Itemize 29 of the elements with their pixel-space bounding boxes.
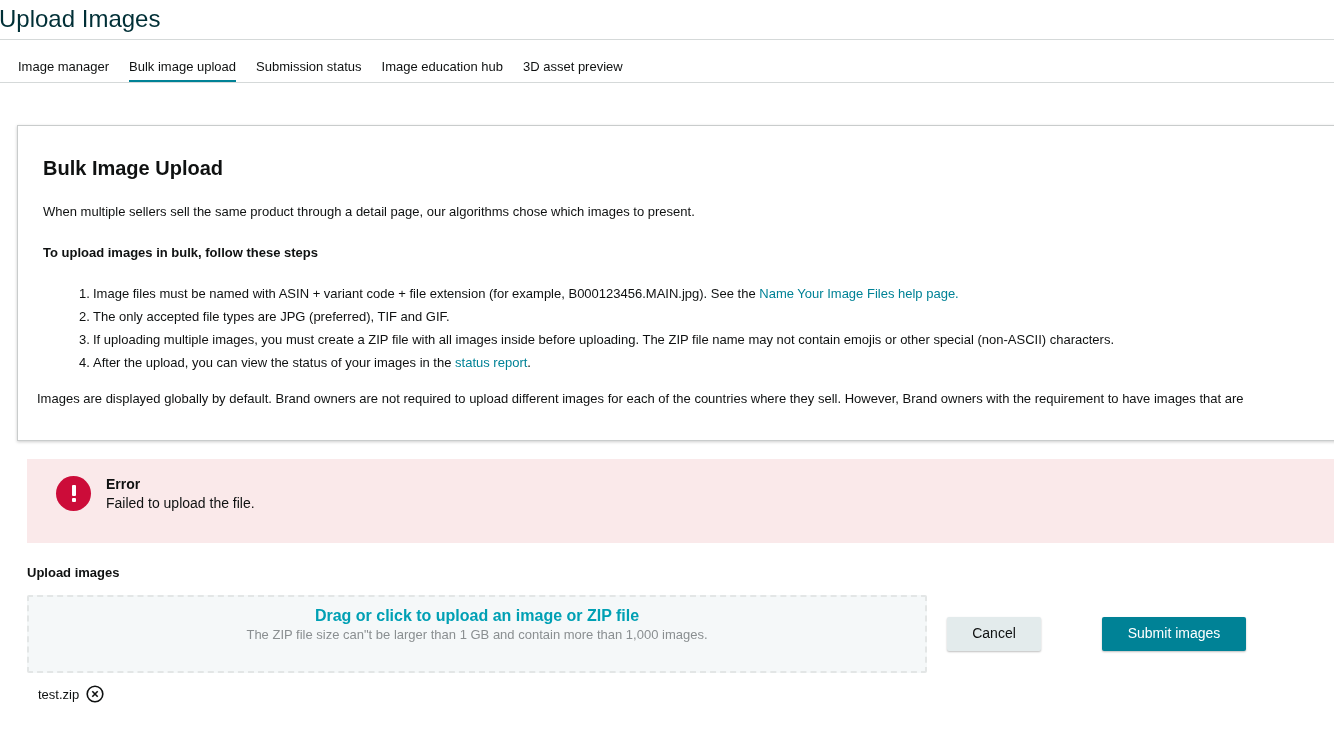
file-name: test.zip [38, 685, 80, 704]
steps-heading: To upload images in bulk, follow these steps [43, 243, 319, 262]
card-title: Bulk Image Upload [43, 156, 225, 181]
step-text: Image files must be named with ASIN + variant code + file extension (for example, B000123456.MAIN.jpg). See the Name Your Image Files help page. [93, 286, 959, 302]
step-text: After the upload, you can view the status of your images in the status report. [93, 355, 531, 371]
page-title: Upload Images [0, 5, 161, 33]
tab[interactable]: Submission status [256, 40, 362, 82]
submit-button[interactable]: Submit images [1102, 616, 1246, 651]
tab[interactable]: Bulk image upload [129, 40, 237, 82]
tab[interactable]: 3D asset preview [522, 40, 623, 82]
step-number: 2. [79, 309, 91, 325]
cancel-button[interactable]: Cancel [947, 616, 1041, 651]
step-number: 4. [79, 355, 91, 371]
intro-text: When multiple sellers sell the same product through a detail page, our algorithms chose which images to present. [43, 203, 696, 221]
drop-hint: The ZIP file size can"t be larger than 1 GB and contain more than 1,000 images. [246, 625, 708, 644]
help-link[interactable]: Name Your Image Files help page. [759, 286, 959, 301]
note-text: Images are displayed globally by default. Brand owners are not required to upload different images for each of the countries where they sell. However, Brand owners with the requirement to have images that are [37, 390, 1245, 408]
step-text: If uploading multiple images, you must create a ZIP file with all images inside before uploading. The ZIP file name may not contain emojis or other special (non-ASCII) characters. [93, 332, 1114, 348]
step-number: 3. [79, 332, 91, 348]
step-text: The only accepted file types are JPG (preferred), TIF and GIF. [93, 309, 450, 325]
alert-icon [56, 476, 91, 511]
step-number: 1. [79, 286, 91, 302]
alert-title: Error [106, 475, 142, 493]
tab[interactable]: Image education hub [381, 40, 503, 82]
remove-file-icon[interactable] [86, 685, 105, 704]
alert-message: Failed to upload the file. [106, 494, 255, 513]
tab[interactable]: Image manager [18, 40, 110, 82]
drop-title: Drag or click to upload an image or ZIP file [314, 605, 640, 626]
upload-label: Upload images [27, 564, 121, 582]
